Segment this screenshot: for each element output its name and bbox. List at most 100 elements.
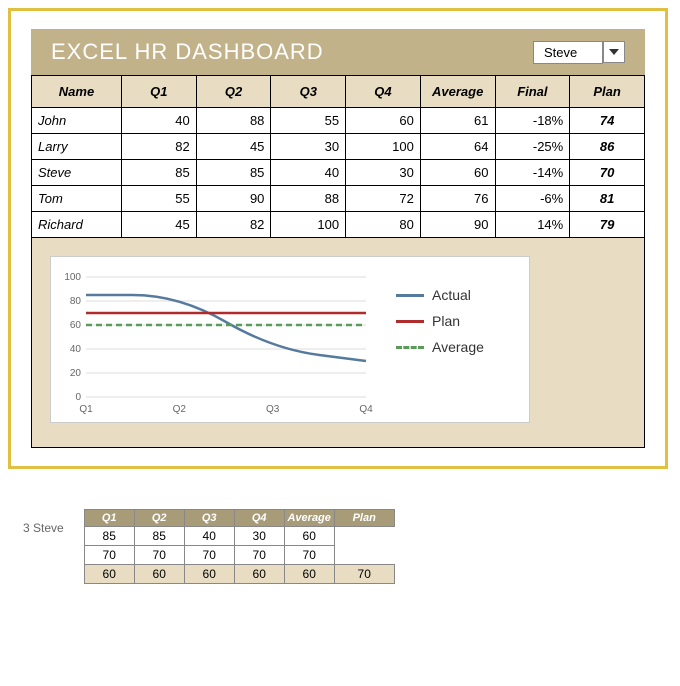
cell-avg: 60	[420, 160, 495, 186]
cell-q2: 82	[196, 212, 271, 238]
legend-actual: Actual	[396, 287, 484, 303]
cell-q4: 30	[346, 160, 421, 186]
cell-q3: 40	[271, 160, 346, 186]
col-q2: Q2	[196, 76, 271, 108]
cell-q3: 55	[271, 108, 346, 134]
table-row: 8585403060	[84, 527, 394, 546]
cell-q2: 45	[196, 134, 271, 160]
col-average: Average	[420, 76, 495, 108]
col-plan: Plan	[570, 76, 645, 108]
mini-cell: 60	[84, 565, 134, 584]
cell-avg: 90	[420, 212, 495, 238]
cell-plan: 86	[570, 134, 645, 160]
mini-cell: 60	[284, 527, 334, 546]
cell-final: -14%	[495, 160, 570, 186]
mini-col-q1: Q1	[84, 510, 134, 527]
chart-legend: Actual Plan Average	[386, 267, 484, 417]
mini-cell	[334, 546, 394, 565]
cell-final: 14%	[495, 212, 570, 238]
cell-plan: 74	[570, 108, 645, 134]
detail-label: 3 Steve	[23, 509, 64, 535]
mini-cell: 40	[184, 527, 234, 546]
cell-q1: 40	[122, 108, 197, 134]
table-row: 7070707070	[84, 546, 394, 565]
svg-text:20: 20	[70, 368, 82, 379]
line-chart: 0 20 40 60 80 100 Q1 Q2 Q3 Q4	[56, 267, 376, 417]
dashboard-frame: EXCEL HR DASHBOARD Steve Name Q1 Q2 Q3 Q…	[8, 8, 668, 469]
mini-col-avg: Average	[284, 510, 334, 527]
cell-final: -25%	[495, 134, 570, 160]
table-row: Richard4582100809014%79	[32, 212, 645, 238]
svg-text:Q4: Q4	[359, 404, 373, 415]
mini-cell: 85	[84, 527, 134, 546]
mini-col-plan: Plan	[334, 510, 394, 527]
chart-panel: 0 20 40 60 80 100 Q1 Q2 Q3 Q4 Actual Plan Average	[31, 238, 645, 448]
col-q3: Q3	[271, 76, 346, 108]
mini-cell: 60	[234, 565, 284, 584]
hr-data-table: Name Q1 Q2 Q3 Q4 Average Final Plan John…	[31, 75, 645, 238]
legend-plan: Plan	[396, 313, 484, 329]
mini-col-q4: Q4	[234, 510, 284, 527]
col-q4: Q4	[346, 76, 421, 108]
table-row: Tom5590887276-6%81	[32, 186, 645, 212]
mini-cell: 70	[234, 546, 284, 565]
svg-text:80: 80	[70, 296, 82, 307]
cell-plan: 79	[570, 212, 645, 238]
detail-table: Q1 Q2 Q3 Q4 Average Plan 858540306070707…	[84, 509, 395, 584]
page-title: EXCEL HR DASHBOARD	[51, 39, 324, 65]
mini-cell: 60	[184, 565, 234, 584]
table-row: Larry82453010064-25%86	[32, 134, 645, 160]
legend-label-average: Average	[432, 339, 484, 355]
legend-label-actual: Actual	[432, 287, 471, 303]
mini-cell: 70	[184, 546, 234, 565]
name-selector[interactable]: Steve	[533, 41, 625, 64]
svg-text:100: 100	[64, 272, 81, 283]
table-row: John4088556061-18%74	[32, 108, 645, 134]
cell-avg: 61	[420, 108, 495, 134]
mini-cell	[334, 527, 394, 546]
svg-text:60: 60	[70, 320, 82, 331]
cell-final: -18%	[495, 108, 570, 134]
cell-avg: 76	[420, 186, 495, 212]
cell-q2: 85	[196, 160, 271, 186]
mini-col-q2: Q2	[134, 510, 184, 527]
svg-text:0: 0	[75, 392, 81, 403]
cell-q1: 45	[122, 212, 197, 238]
legend-average: Average	[396, 339, 484, 355]
cell-q2: 90	[196, 186, 271, 212]
mini-cell: 70	[84, 546, 134, 565]
cell-q3: 88	[271, 186, 346, 212]
svg-text:Q1: Q1	[79, 404, 93, 415]
cell-name: Richard	[32, 212, 122, 238]
cell-q1: 82	[122, 134, 197, 160]
selector-value: Steve	[533, 41, 603, 64]
mini-cell: 85	[134, 527, 184, 546]
svg-text:Q2: Q2	[173, 404, 187, 415]
cell-q1: 55	[122, 186, 197, 212]
legend-label-plan: Plan	[432, 313, 460, 329]
cell-q4: 60	[346, 108, 421, 134]
cell-q4: 100	[346, 134, 421, 160]
chevron-down-icon	[609, 49, 619, 55]
cell-q2: 88	[196, 108, 271, 134]
legend-line-plan	[396, 320, 424, 323]
col-name: Name	[32, 76, 122, 108]
table-row: Steve8585403060-14%70	[32, 160, 645, 186]
chart-box: 0 20 40 60 80 100 Q1 Q2 Q3 Q4 Actual Plan Average	[50, 256, 530, 423]
cell-plan: 81	[570, 186, 645, 212]
cell-avg: 64	[420, 134, 495, 160]
mini-col-q3: Q3	[184, 510, 234, 527]
mini-cell: 70	[284, 546, 334, 565]
col-final: Final	[495, 76, 570, 108]
dropdown-button[interactable]	[603, 41, 625, 63]
cell-plan: 70	[570, 160, 645, 186]
col-q1: Q1	[122, 76, 197, 108]
svg-text:40: 40	[70, 344, 82, 355]
mini-cell: 60	[134, 565, 184, 584]
mini-cell: 70	[134, 546, 184, 565]
mini-cell: 70	[334, 565, 394, 584]
svg-text:Q3: Q3	[266, 404, 280, 415]
header-bar: EXCEL HR DASHBOARD Steve	[31, 29, 645, 75]
cell-q1: 85	[122, 160, 197, 186]
cell-name: Steve	[32, 160, 122, 186]
